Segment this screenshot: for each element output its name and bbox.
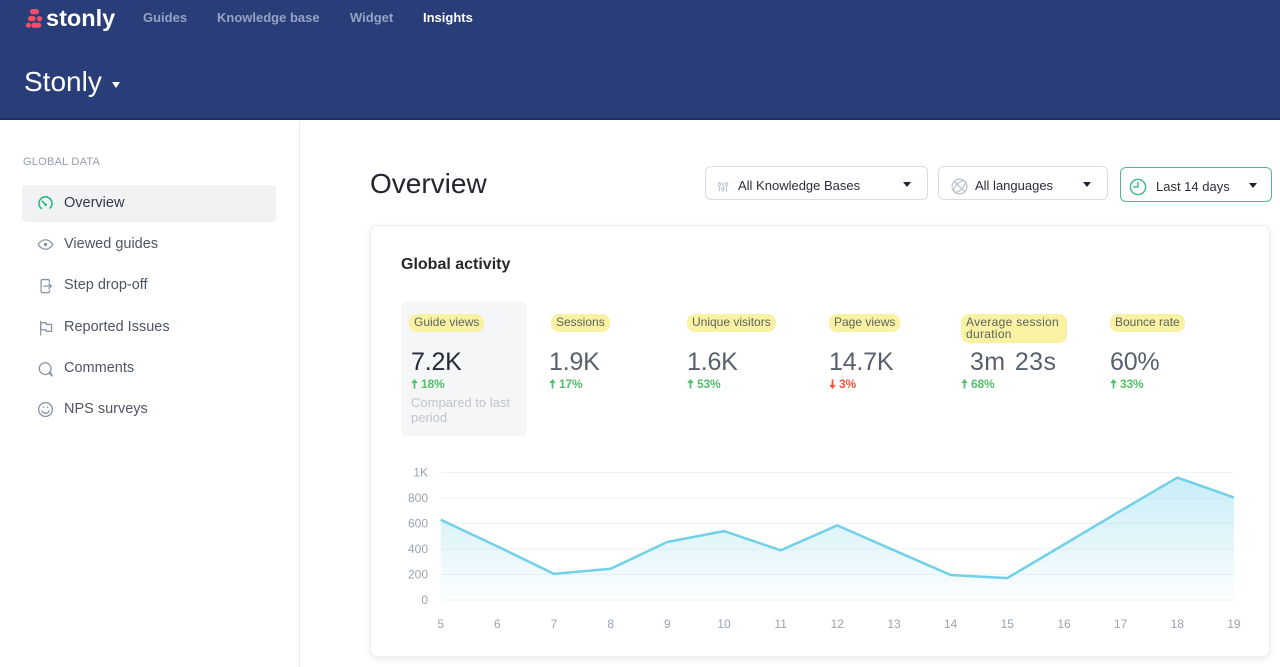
svg-text:10: 10 bbox=[717, 617, 731, 631]
svg-text:600: 600 bbox=[408, 517, 428, 531]
svg-text:17: 17 bbox=[1114, 617, 1128, 631]
svg-text:200: 200 bbox=[408, 568, 428, 582]
svg-text:18: 18 bbox=[1171, 617, 1185, 631]
svg-text:8: 8 bbox=[607, 617, 614, 631]
svg-text:0: 0 bbox=[421, 593, 428, 607]
svg-text:11: 11 bbox=[774, 617, 787, 631]
svg-text:14: 14 bbox=[944, 617, 958, 631]
svg-text:6: 6 bbox=[494, 617, 501, 631]
svg-text:12: 12 bbox=[831, 617, 845, 631]
svg-text:5: 5 bbox=[437, 617, 444, 631]
svg-text:9: 9 bbox=[664, 617, 671, 631]
svg-text:15: 15 bbox=[1001, 617, 1015, 631]
svg-text:1K: 1K bbox=[413, 466, 428, 480]
svg-text:7: 7 bbox=[551, 617, 558, 631]
svg-text:16: 16 bbox=[1057, 617, 1071, 631]
svg-text:800: 800 bbox=[408, 491, 428, 505]
svg-text:19: 19 bbox=[1227, 617, 1241, 631]
svg-text:13: 13 bbox=[887, 617, 901, 631]
svg-text:400: 400 bbox=[408, 542, 428, 556]
